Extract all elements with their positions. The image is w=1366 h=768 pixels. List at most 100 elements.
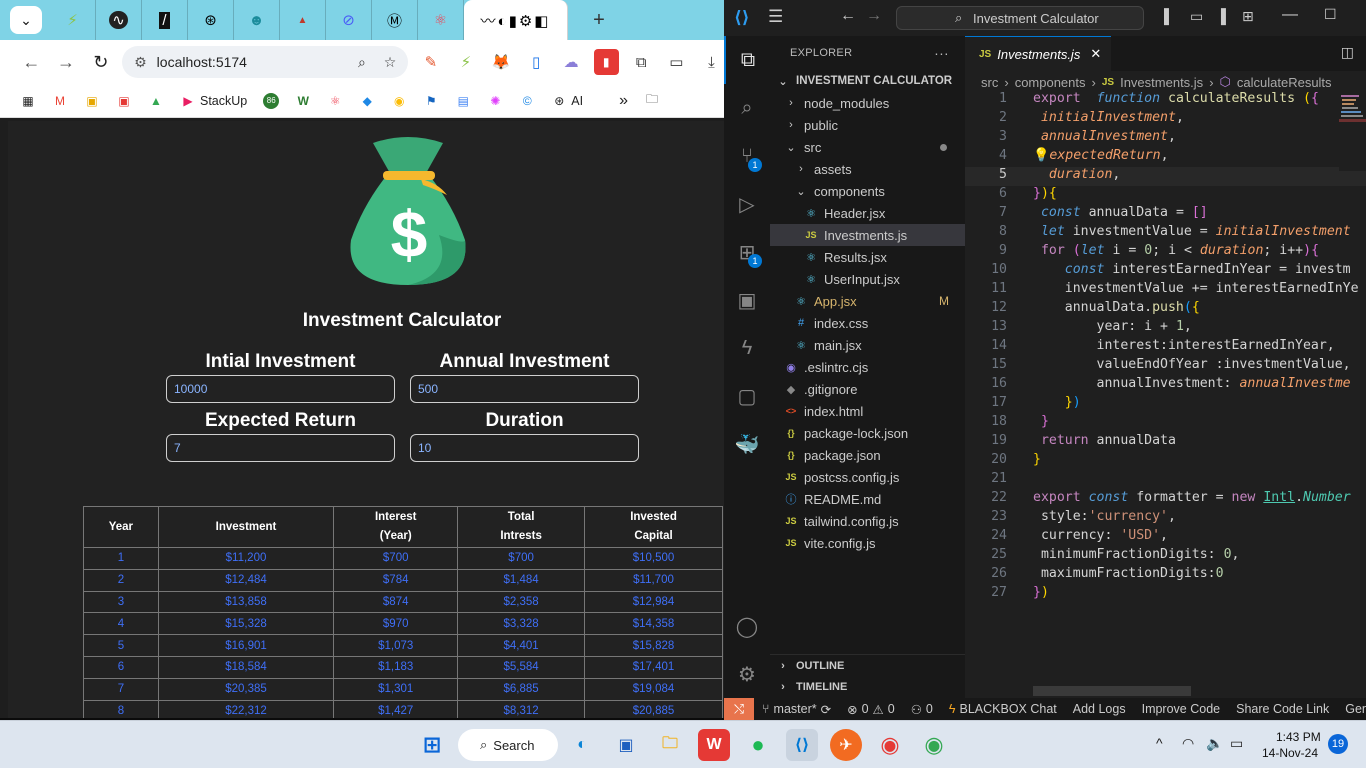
search-activity[interactable]: ⌕ [724, 84, 770, 132]
taskbar-chrome-profile[interactable]: ◉ [918, 729, 950, 761]
taskbar-edge[interactable]: ◐ [566, 729, 598, 761]
bookmark-flag[interactable]: ⚑ [423, 93, 439, 109]
file-item[interactable]: JS postcss.config.js [770, 466, 965, 488]
file-item[interactable]: ◉ .eslintrc.cjs [770, 356, 965, 378]
toggle-panel-icon[interactable]: ▭ [1190, 8, 1203, 25]
green-extension-icon[interactable]: ⚡ [453, 49, 478, 75]
taskbar-search[interactable]: ⌕ Search [458, 729, 558, 761]
tray-overflow-icon[interactable]: ^ [1156, 735, 1163, 751]
taskbar-vscode[interactable]: ⟨⟩ [786, 729, 818, 761]
ports-indicator[interactable]: ⚇ 0 [903, 702, 941, 717]
add-logs-button[interactable]: Add Logs [1065, 702, 1134, 716]
bookmark-apps[interactable]: ▦ [20, 93, 36, 109]
minimap[interactable] [1339, 91, 1366, 171]
bookmark-3[interactable]: ▣ [116, 93, 132, 109]
notification-badge[interactable]: 19 [1328, 734, 1348, 754]
taskbar-postman[interactable]: ✈ [830, 729, 862, 761]
extensions-activity[interactable]: ⊞ 1 [724, 228, 770, 276]
generate-button[interactable]: Gene [1337, 702, 1366, 716]
accounts-activity[interactable]: ◯ [724, 602, 770, 650]
bookmark-ai[interactable]: ⊛ AI [551, 93, 583, 109]
back-button[interactable]: ← [14, 46, 49, 78]
initial-investment-input[interactable]: 10000 [166, 375, 395, 403]
download-icon[interactable]: ⤓ [699, 49, 724, 75]
clock-date[interactable]: 14-Nov-24 [1262, 746, 1318, 760]
taskbar-store[interactable]: ▣ [610, 729, 642, 761]
annual-investment-input[interactable]: 500 [410, 375, 639, 403]
file-item[interactable]: {} package.json [770, 444, 965, 466]
reload-button[interactable]: ↻ [83, 46, 118, 78]
minimize-button[interactable]: — [1282, 6, 1298, 24]
bookmark-10[interactable]: ◆ [359, 93, 375, 109]
more-actions-icon[interactable]: ··· [934, 45, 949, 61]
expected-return-input[interactable]: 7 [166, 434, 395, 462]
file-item[interactable]: JS tailwind.config.js [770, 510, 965, 532]
file-item[interactable]: ⚛ Header.jsx [770, 202, 965, 224]
tab-6[interactable]: ▲ [280, 0, 326, 40]
command-center-search[interactable]: ⌕ Investment Calculator [896, 6, 1144, 30]
folder-item[interactable]: › assets [770, 158, 965, 180]
code-editor[interactable]: 1 export function calculateResults ({ 2 i… [965, 91, 1366, 651]
start-button[interactable]: ⊞ [416, 729, 448, 761]
file-item[interactable]: ⓘ README.md [770, 488, 965, 510]
timeline-section[interactable]: › TIMELINE [770, 676, 965, 698]
file-item[interactable]: # index.css [770, 312, 965, 334]
improve-code-button[interactable]: Improve Code [1134, 702, 1229, 716]
bookmark-stackup[interactable]: ▶ StackUp [180, 93, 247, 109]
file-item[interactable]: ⚛ UserInput.jsx [770, 268, 965, 290]
bookmark-86[interactable]: 86 [263, 92, 280, 109]
run-debug-activity[interactable]: ▷ [724, 180, 770, 228]
zoom-icon[interactable]: ⌕ [358, 54, 366, 71]
clock-time[interactable]: 1:43 PM [1276, 730, 1321, 744]
copy-extension-icon[interactable]: ▯ [524, 49, 549, 75]
outline-section[interactable]: › OUTLINE [770, 654, 965, 676]
taskbar-spotify[interactable]: ● [742, 729, 774, 761]
source-control-activity[interactable]: ⑂ 1 [724, 132, 770, 180]
tab-7[interactable]: ⊘ [326, 0, 372, 40]
tab-8[interactable]: Ⓜ [372, 0, 418, 40]
folder-item[interactable]: › public [770, 114, 965, 136]
maximize-button[interactable]: ☐ [1324, 6, 1337, 23]
split-editor-icon[interactable]: ◫ [1341, 44, 1354, 61]
chat-activity[interactable]: ▢ [724, 372, 770, 420]
address-bar[interactable]: ⚙ localhost:5174 ⌕ ☆ [122, 46, 409, 78]
docker-activity[interactable]: 🐳 [724, 420, 770, 468]
star-icon[interactable]: ☆ [384, 54, 397, 71]
folder-item[interactable]: › node_modules [770, 92, 965, 114]
tab-4[interactable]: ⊛ [188, 0, 234, 40]
remote-explorer-activity[interactable]: ▣ [724, 276, 770, 324]
new-tab-button[interactable]: + [584, 5, 614, 35]
file-item[interactable]: JS Investments.js [770, 224, 965, 246]
tab-active[interactable]: 〰◐▮⚙◧ [464, 0, 568, 40]
tab-2[interactable]: ∿ [96, 0, 142, 40]
breadcrumb-item[interactable]: components [1015, 75, 1086, 90]
layout-icon[interactable]: ⊞ [1242, 8, 1254, 25]
bookmark-docs[interactable]: ▤ [455, 93, 471, 109]
back-nav-icon[interactable]: ← [840, 7, 856, 25]
puzzle-icon[interactable]: ⧉ [629, 49, 654, 75]
bookmark-drive[interactable]: ▲ [148, 93, 164, 109]
tab-investments-js[interactable]: JS Investments.js ✕ [965, 36, 1112, 71]
remote-indicator[interactable]: ⤭ [724, 698, 755, 720]
bookmark-gmail[interactable]: M [52, 93, 68, 109]
duration-input[interactable]: 10 [410, 434, 639, 462]
bookmark-2[interactable]: ▣ [84, 93, 100, 109]
explorer-activity[interactable]: ⧉ [724, 36, 770, 84]
share-code-link-button[interactable]: Share Code Link [1228, 702, 1337, 716]
file-item[interactable]: ⚛ Results.jsx [770, 246, 965, 268]
all-bookmarks-folder[interactable]: 🗀 [644, 92, 660, 109]
tab-5[interactable]: ☻ [234, 0, 280, 40]
tab-3[interactable]: / [142, 0, 188, 40]
toggle-secondary-sidebar-icon[interactable]: ▐ [1216, 8, 1226, 24]
bookmark-w[interactable]: W [295, 93, 311, 109]
settings-activity[interactable]: ⚙ [724, 650, 770, 698]
volume-icon[interactable]: 🔈 [1206, 735, 1223, 752]
breadcrumb-item[interactable]: Investments.js [1120, 75, 1203, 90]
problems-indicator[interactable]: ⊗ 0 ⚠ 0 [839, 702, 903, 717]
toggle-sidebar-icon[interactable]: ▌ [1164, 8, 1174, 24]
tab-9[interactable]: ⚛ [418, 0, 464, 40]
horizontal-scrollbar[interactable] [1033, 686, 1191, 696]
battery-icon[interactable]: ▭ [1230, 735, 1243, 752]
tab-search-button[interactable]: ⌄ [10, 6, 42, 34]
taskbar-chrome[interactable]: ◉ [874, 729, 906, 761]
